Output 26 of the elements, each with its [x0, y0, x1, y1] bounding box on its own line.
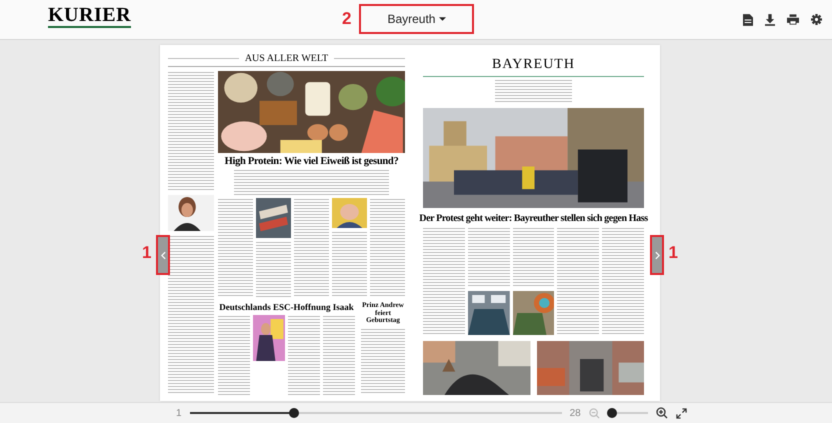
- text-lines-drawing: [334, 57, 405, 60]
- previous-page-button[interactable]: [156, 235, 170, 275]
- headline: High Protein: Wie viel Eiweiß ist gesund?: [224, 156, 400, 167]
- annotation-number: 1: [142, 243, 152, 263]
- first-page-number: 1: [176, 408, 182, 418]
- caret-icon: [439, 17, 446, 21]
- section-title: BAYREUTH: [491, 57, 576, 73]
- headline: Der Protest geht weiter: Bayreuther stellen sich gegen Hass: [418, 213, 649, 224]
- last-page-number: 28: [570, 408, 581, 418]
- annotation-number: 2: [342, 9, 352, 29]
- chevron-left-icon: [160, 250, 166, 260]
- zoom-in-icon[interactable]: [656, 407, 668, 419]
- headline: Deutschlands ESC-Hoffnung Isaak: [218, 302, 355, 312]
- edition-dropdown[interactable]: Bayreuth: [359, 4, 474, 34]
- settings-icon[interactable]: [811, 14, 822, 25]
- chevron-right-icon: [654, 250, 660, 260]
- annotation-number: 1: [668, 243, 678, 263]
- download-icon[interactable]: [765, 14, 775, 26]
- text-lines-drawing: [256, 241, 291, 298]
- logo[interactable]: KURIER: [48, 5, 132, 28]
- fullscreen-icon[interactable]: [676, 408, 687, 418]
- text-lines-drawing: [168, 57, 239, 60]
- section-title: AUS ALLER WELT: [244, 53, 328, 64]
- next-page-button[interactable]: [650, 235, 664, 275]
- document-icon[interactable]: [743, 14, 753, 26]
- print-icon[interactable]: [787, 14, 799, 25]
